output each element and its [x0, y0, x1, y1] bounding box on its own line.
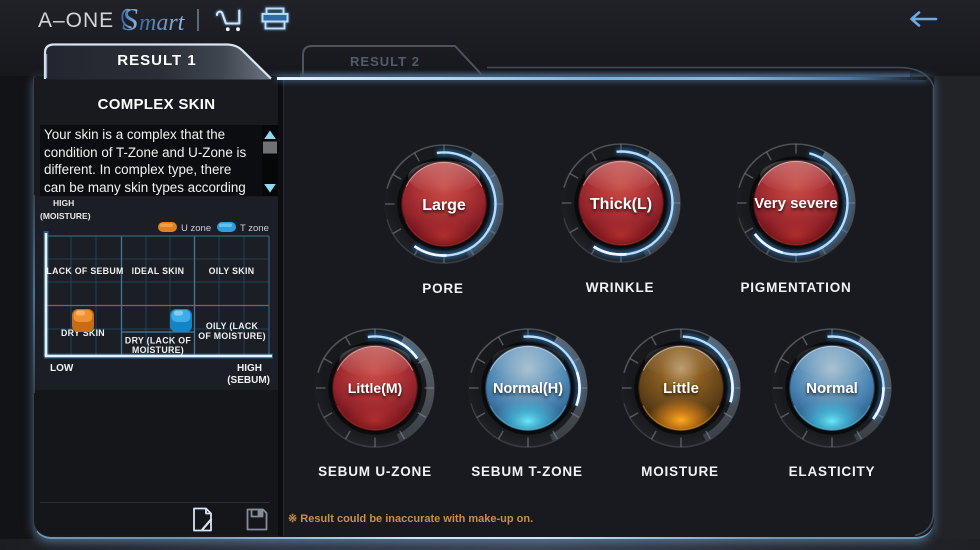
svg-text:S: S — [122, 2, 138, 37]
svg-text:Very severe: Very severe — [754, 195, 837, 212]
svg-text:(SEBUM): (SEBUM) — [227, 375, 270, 386]
svg-text:OILY (LACK: OILY (LACK — [206, 321, 259, 331]
svg-text:LACK OF SEBUM: LACK OF SEBUM — [46, 266, 123, 276]
svg-text:OILY SKIN: OILY SKIN — [209, 266, 255, 276]
svg-text:U zone: U zone — [181, 223, 211, 234]
svg-text:(MOISTURE): (MOISTURE) — [40, 211, 91, 221]
svg-text:Large: Large — [422, 197, 466, 214]
svg-text:mart: mart — [139, 10, 186, 36]
svg-text:HIGH: HIGH — [237, 363, 262, 374]
svg-text:Little(M): Little(M) — [347, 380, 401, 396]
svg-text:Normal(H): Normal(H) — [492, 381, 562, 397]
svg-text:Normal: Normal — [806, 380, 858, 397]
svg-text:MOISTURE): MOISTURE) — [132, 345, 184, 355]
svg-text:Thick(L): Thick(L) — [589, 196, 651, 213]
svg-text:OF MOISTURE): OF MOISTURE) — [198, 331, 266, 341]
svg-text:LOW: LOW — [50, 363, 74, 374]
svg-text:DRY (LACK OF: DRY (LACK OF — [125, 336, 191, 346]
svg-text:IDEAL SKIN: IDEAL SKIN — [132, 266, 185, 276]
svg-text:HIGH: HIGH — [53, 198, 74, 208]
svg-text:T zone: T zone — [240, 223, 269, 234]
svg-text:Little: Little — [663, 380, 699, 397]
